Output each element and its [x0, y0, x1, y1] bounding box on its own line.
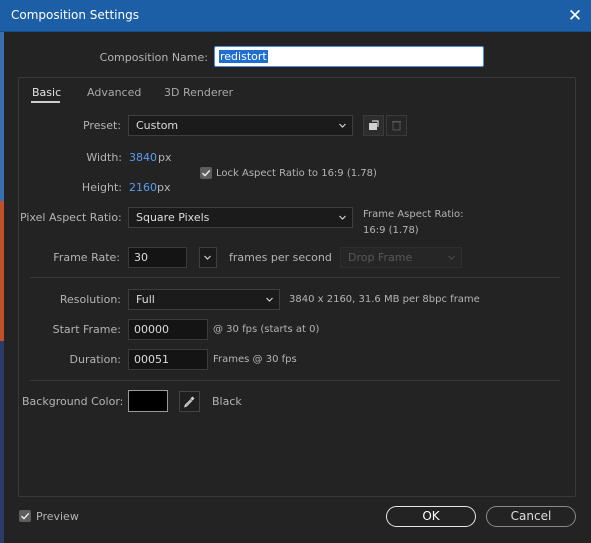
height-label: Height:: [81, 181, 122, 194]
duration-value: 00051: [134, 353, 169, 366]
chevron-down-icon: [339, 215, 346, 220]
desktop-edge: [0, 341, 4, 543]
divider: [30, 277, 560, 278]
duration-info: Frames @ 30 fps: [213, 354, 297, 365]
height-unit: px: [157, 181, 171, 194]
pixel-aspect-value: Square Pixels: [136, 211, 210, 224]
chevron-down-icon: [339, 123, 346, 128]
eyedropper-button[interactable]: [179, 391, 200, 412]
checkmark-icon: [201, 169, 211, 177]
tab-3d-renderer[interactable]: 3D Renderer: [164, 86, 233, 99]
eyedropper-icon: [184, 396, 195, 408]
frame-rate-input[interactable]: 30: [128, 247, 187, 268]
frame-aspect-label: Frame Aspect Ratio:: [363, 209, 464, 220]
title-bar: Composition Settings ✕: [0, 0, 591, 32]
background-color-label: Background Color:: [22, 395, 124, 408]
height-value[interactable]: 2160: [129, 181, 157, 194]
frame-rate-dropdown[interactable]: [199, 247, 217, 268]
start-frame-input[interactable]: 00000: [128, 319, 208, 340]
background-color-name: Black: [212, 395, 242, 408]
settings-panel: [18, 77, 576, 497]
window-title: Composition Settings: [11, 8, 139, 22]
chevron-down-icon: [204, 255, 211, 260]
drop-frame-value: Drop Frame: [348, 251, 413, 264]
duration-input[interactable]: 00051: [128, 349, 208, 370]
start-frame-info: @ 30 fps (starts at 0): [213, 324, 320, 335]
preset-value: Custom: [136, 119, 179, 132]
save-preset-button[interactable]: [363, 115, 384, 136]
frame-rate-label: Frame Rate:: [53, 251, 120, 264]
start-frame-value: 00000: [134, 323, 169, 336]
close-icon: ✕: [567, 6, 583, 26]
cancel-button[interactable]: Cancel: [486, 506, 576, 527]
composition-name-value: redistort: [219, 50, 268, 63]
resolution-label: Resolution:: [59, 293, 121, 306]
resolution-value: Full: [136, 293, 155, 306]
divider: [30, 380, 560, 381]
chevron-down-icon: [266, 297, 273, 302]
close-button[interactable]: ✕: [565, 6, 585, 26]
width-value[interactable]: 3840: [129, 151, 157, 164]
composition-name-label: Composition Name:: [99, 51, 208, 64]
active-tab-indicator: [31, 101, 60, 103]
resolution-dropdown[interactable]: Full: [128, 289, 280, 310]
drop-frame-dropdown: Drop Frame: [340, 247, 462, 268]
desktop-edge: [0, 31, 4, 201]
frame-aspect-value: 16:9 (1.78): [363, 225, 419, 236]
tab-basic[interactable]: Basic: [32, 86, 61, 99]
pixel-aspect-dropdown[interactable]: Square Pixels: [128, 207, 353, 228]
preset-dropdown[interactable]: Custom: [128, 115, 353, 136]
pixel-aspect-label: Pixel Aspect Ratio:: [20, 211, 122, 224]
width-unit: px: [158, 151, 172, 164]
preview-label: Preview: [36, 510, 79, 523]
frame-rate-unit: frames per second: [229, 251, 332, 264]
frame-rate-value: 30: [134, 251, 148, 264]
composition-name-input[interactable]: redistort: [214, 46, 484, 67]
background-color-swatch[interactable]: [128, 390, 168, 412]
checkmark-icon: [20, 512, 30, 520]
width-label: Width:: [86, 151, 122, 164]
trash-icon: [392, 121, 401, 131]
chevron-down-icon: [448, 255, 455, 260]
preset-label: Preset:: [82, 119, 121, 132]
ok-button[interactable]: OK: [386, 506, 476, 527]
start-frame-label: Start Frame:: [52, 323, 121, 336]
tab-advanced[interactable]: Advanced: [87, 86, 141, 99]
lock-aspect-label: Lock Aspect Ratio to 16:9 (1.78): [216, 168, 377, 179]
desktop-edge: [0, 201, 4, 341]
new-preset-icon: [369, 120, 379, 130]
delete-preset-button[interactable]: [386, 115, 407, 136]
lock-aspect-checkbox[interactable]: [200, 167, 212, 179]
duration-label: Duration:: [69, 353, 121, 366]
resolution-info: 3840 x 2160, 31.6 MB per 8bpc frame: [289, 294, 480, 305]
preview-checkbox[interactable]: [19, 510, 31, 522]
